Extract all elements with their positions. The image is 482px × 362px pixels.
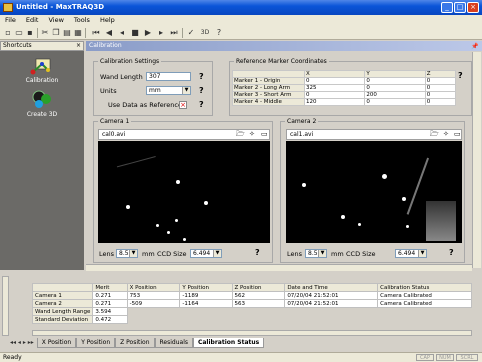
- scrl-indicator: SCRL: [456, 354, 478, 361]
- use-reference-label: Use Data as Reference: [108, 101, 182, 109]
- tab-nav-icon[interactable]: ◂◂ ◂ ▸ ▸▸: [10, 339, 34, 346]
- results-pane-grip[interactable]: [2, 276, 9, 336]
- tab-residuals[interactable]: Residuals: [154, 338, 193, 348]
- shortcut-calibration-label[interactable]: Calibration: [0, 77, 84, 84]
- table-row: Camera 1 0.271 753 -1189 562 07/20/04 21:52:0…: [31, 291, 472, 300]
- help-camera2-icon[interactable]: ?: [449, 248, 454, 257]
- toolbar: ▫ ▭ ▪ ✂ ❐ ▤ ▦ ⏮ ◀ ◂ ■ ▶ ▸ ⏭ ✓ 3D ?: [0, 26, 482, 40]
- create-3d-icon[interactable]: [31, 89, 53, 109]
- close-button[interactable]: ×: [467, 2, 479, 13]
- print-icon[interactable]: ▦: [73, 28, 83, 38]
- close-icon[interactable]: ×: [76, 42, 81, 50]
- camera1-wand-icon[interactable]: ✧: [249, 130, 255, 138]
- status-bar: Ready: [0, 352, 482, 362]
- paste-icon[interactable]: ▤: [62, 28, 72, 38]
- table-row: Marker 3 - Short Arm 0 200 0: [232, 91, 457, 99]
- camera1-lens-select[interactable]: 8.5 ▼: [116, 249, 138, 258]
- 3d-icon[interactable]: 3D: [198, 28, 212, 38]
- maximize-button[interactable]: □: [454, 2, 466, 13]
- open-icon[interactable]: ▭: [14, 28, 24, 38]
- help-camera1-icon[interactable]: ?: [255, 248, 260, 257]
- table-row: Marker 4 - Middle 120 0 0: [232, 98, 457, 106]
- camera1-ccd-select[interactable]: 6.494 ▼: [190, 249, 222, 258]
- menu-tools[interactable]: Tools: [69, 15, 95, 26]
- check-icon[interactable]: ✓: [186, 28, 196, 38]
- results-scrollbar[interactable]: [32, 330, 472, 336]
- minimize-button[interactable]: _: [441, 2, 453, 13]
- menu-edit[interactable]: Edit: [21, 15, 44, 26]
- play-icon[interactable]: ▶: [143, 28, 153, 38]
- table-row: Marker 1 - Origin 0 0 0: [232, 77, 457, 85]
- use-reference-checkbox[interactable]: ×: [179, 101, 187, 109]
- panel-title: Calibration: [86, 41, 482, 51]
- window-title: Untitled - MaxTRAQ3D: [16, 3, 105, 11]
- help-reference-icon[interactable]: ?: [199, 100, 204, 109]
- camera1-video[interactable]: [98, 141, 270, 243]
- step-forward-icon[interactable]: ▸: [156, 28, 166, 38]
- num-indicator: NUM: [436, 354, 454, 361]
- camera1-folder-icon[interactable]: ▭: [261, 130, 268, 138]
- tab-calibration-status[interactable]: Calibration Status: [192, 338, 265, 348]
- camera2-wand-icon[interactable]: ✧: [443, 130, 449, 138]
- play-back-icon[interactable]: ◂: [117, 28, 127, 38]
- cap-indicator: CAP: [416, 354, 434, 361]
- menu-view[interactable]: View: [43, 15, 68, 26]
- status-text: Ready: [3, 354, 22, 361]
- help-wand-icon[interactable]: ?: [199, 72, 204, 81]
- camera1-open-icon[interactable]: 🗁: [236, 130, 245, 138]
- tab-x-position[interactable]: X Position: [36, 338, 77, 348]
- calibration-icon[interactable]: [30, 56, 54, 76]
- units-select[interactable]: mm ▼: [146, 86, 191, 95]
- chevron-down-icon: ▼: [318, 250, 326, 257]
- app-icon: [3, 3, 13, 12]
- first-frame-icon[interactable]: ⏮: [91, 28, 101, 38]
- tab-y-position[interactable]: Y Position: [76, 338, 116, 348]
- chevron-down-icon[interactable]: ▼: [182, 87, 190, 94]
- new-icon[interactable]: ▫: [3, 28, 13, 38]
- camera2-folder-icon[interactable]: ▭: [454, 130, 461, 138]
- table-row: Standard Deviation 0.472: [31, 315, 472, 324]
- wand-length-label: Wand Length: [100, 73, 143, 81]
- camera2-open-icon[interactable]: 🗁: [430, 130, 439, 138]
- cut-icon[interactable]: ✂: [40, 28, 50, 38]
- copy-icon[interactable]: ❐: [51, 28, 61, 38]
- step-back-icon[interactable]: ◀: [104, 28, 114, 38]
- chevron-down-icon: ▼: [418, 250, 426, 257]
- title-bar: Untitled - MaxTRAQ3D: [0, 0, 482, 15]
- table-row: Camera 2 0.271 -509 -1164 563 07/20/04 21:52:…: [31, 299, 472, 308]
- menu-help[interactable]: Help: [95, 15, 120, 26]
- horizontal-scrollbar[interactable]: [86, 264, 472, 271]
- help-units-icon[interactable]: ?: [199, 86, 204, 95]
- results-table: Merit X Position Y Position Z Position Date …: [31, 283, 472, 324]
- help-markers-icon[interactable]: ?: [458, 71, 463, 80]
- table-row: Marker 2 - Long Arm 325 0 0: [232, 84, 457, 92]
- menu-bar: File Edit View Tools Help: [0, 15, 482, 26]
- camera2-video[interactable]: [286, 141, 462, 243]
- shortcuts-header: Shortcuts ×: [0, 41, 84, 51]
- help-icon[interactable]: ?: [214, 28, 224, 38]
- stop-icon[interactable]: ■: [130, 28, 140, 38]
- vertical-scrollbar[interactable]: [472, 52, 481, 268]
- results-tabs: ◂◂ ◂ ▸ ▸▸ X Position Y Position Z Position R…: [10, 338, 480, 348]
- chevron-down-icon: ▼: [213, 250, 221, 257]
- tab-z-position[interactable]: Z Position: [115, 338, 155, 348]
- table-row: Wand Length Range 3.594: [31, 307, 472, 316]
- camera2-ccd-select[interactable]: 6.494 ▼: [395, 249, 427, 258]
- pin-icon[interactable]: 📌: [471, 43, 480, 50]
- camera2-lens-select[interactable]: 8.5 ▼: [305, 249, 327, 258]
- chevron-down-icon: ▼: [129, 250, 137, 257]
- units-label: Units: [100, 87, 117, 95]
- marker-coordinates-table: XYZ Marker 1 - Origin 0 0 0 Marker 2 - Long…: [232, 70, 457, 106]
- menu-file[interactable]: File: [0, 15, 21, 26]
- last-frame-icon[interactable]: ⏭: [169, 28, 179, 38]
- wand-length-input[interactable]: 307: [146, 72, 191, 81]
- save-icon[interactable]: ▪: [25, 28, 35, 38]
- shortcut-create-3d-label[interactable]: Create 3D: [0, 111, 84, 118]
